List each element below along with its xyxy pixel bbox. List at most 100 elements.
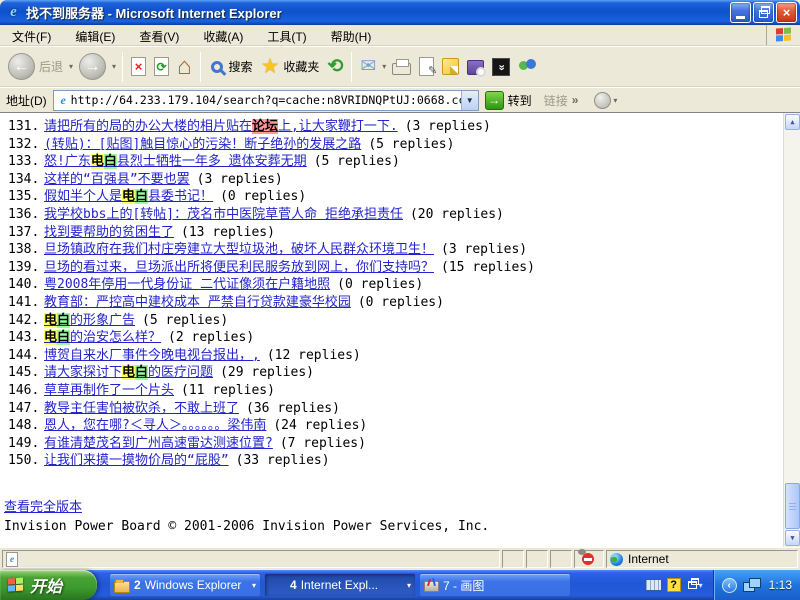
address-input[interactable]: e http://64.233.179.104/search?q=cache:n… (53, 90, 479, 111)
window-count: 4 (290, 578, 297, 592)
highlighted-term: 电 (91, 154, 104, 169)
address-dropdown-icon[interactable]: ▼ (461, 91, 478, 110)
research-icon (467, 60, 484, 75)
thread-link[interactable]: 假如半个人是电白县委书记！ (44, 189, 213, 204)
forward-button[interactable]: → (75, 51, 110, 82)
taskbar-button[interactable]: 7 - 画图 (419, 573, 571, 597)
download-manager-button[interactable]: » (488, 56, 514, 78)
back-dropdown-icon[interactable]: ▾ (69, 62, 73, 71)
messenger-button[interactable] (514, 56, 542, 77)
thread-link[interactable]: 旦场的看过来，旦场派出所将便民利民服务放到网上，你们支持吗？ (44, 260, 434, 275)
history-button[interactable]: ⟲ (323, 55, 347, 78)
keyboard-icon[interactable] (645, 579, 662, 591)
full-version-link[interactable]: 查看完全版本 (4, 496, 82, 515)
list-item: 131.请把所有的局的办公大楼的相片贴在论坛上,让大家鞭打一下.(3 repli… (8, 118, 780, 136)
taskbar-button[interactable]: 4Internet Expl...▾ (264, 573, 416, 597)
thread-link[interactable]: 电白的形象广告 (44, 313, 135, 328)
menu-item[interactable]: 查看(V) (127, 25, 191, 45)
list-item: 144.博贺自来水厂事件今晚电视台报出，,(12 replies) (8, 347, 780, 365)
thread-link[interactable]: 请大家探讨下电白的医疗问题 (44, 365, 213, 380)
scroll-down-button[interactable]: ▼ (785, 530, 800, 546)
menu-bar-items: 文件(F)编辑(E)查看(V)收藏(A)工具(T)帮助(H) (0, 25, 383, 45)
question-mark-icon[interactable]: ? (667, 578, 681, 592)
reply-count: (15 replies) (441, 260, 535, 275)
menu-item[interactable]: 文件(F) (0, 25, 63, 45)
restore-windows-icon[interactable] (688, 581, 697, 589)
edit-button[interactable]: ✎ (415, 55, 438, 78)
links-chevron-icon[interactable]: » (572, 93, 579, 107)
toolbar-divider (351, 52, 352, 82)
refresh-button[interactable]: ⟳ (150, 55, 173, 78)
print-button[interactable] (388, 56, 415, 77)
menu-item[interactable]: 收藏(A) (191, 25, 255, 45)
discuss-button[interactable] (438, 56, 463, 77)
thread-number: 135. (8, 188, 44, 206)
clock[interactable]: 1:13 (769, 578, 792, 592)
thread-text: 恩人，您在哪?＜寻人＞。。。。。。梁伟南 (44, 418, 266, 433)
address-label: 地址(D) (6, 92, 47, 109)
toolbar-divider (122, 52, 123, 82)
addon-dropdown-icon[interactable]: ▾ (613, 96, 617, 105)
scroll-thumb[interactable] (785, 483, 800, 529)
menu-item[interactable]: 编辑(E) (63, 25, 127, 45)
thread-text: (转贴)：[贴图]触目惊心的污染！断子绝孙的发展之路 (44, 137, 361, 152)
research-button[interactable] (463, 56, 488, 77)
restore-button[interactable] (753, 2, 774, 23)
thread-number: 147. (8, 400, 44, 418)
reply-count: (36 replies) (246, 401, 340, 416)
thread-link[interactable]: 这样的“百强县”不要也罢 (44, 172, 190, 187)
thread-link[interactable]: 有谁清楚茂名到广州高速雷达测速位置? (44, 436, 273, 451)
menu-item[interactable]: 工具(T) (255, 25, 318, 45)
go-button[interactable]: → 转到 (485, 91, 532, 110)
standard-toolbar: ← 后退 ▾ → ▾ × ⟳ ⌂ 搜索 ★ 收藏夹 ⟲ ✉ ▾ ✎ » (0, 46, 800, 87)
thread-text: 有谁清楚茂名到广州高速雷达测速位置? (44, 436, 273, 451)
highlighted-term: 白 (135, 189, 148, 204)
mail-button[interactable]: ✉ (356, 55, 380, 78)
thread-link[interactable]: 旦场镇政府在我们村庄旁建立大型垃圾池，破坏人民群众环境卫生！ (44, 242, 434, 257)
thread-link[interactable]: 电白的治安怎么样？ (44, 330, 161, 345)
list-item: 137.找到要帮助的贫困生了(13 replies) (8, 224, 780, 242)
thread-link[interactable]: 让我们来摸一摸物价局的“屁股” (44, 453, 229, 468)
addon-button[interactable] (594, 92, 611, 109)
thread-number: 143. (8, 329, 44, 347)
list-item: 148.恩人，您在哪?＜寻人＞。。。。。。梁伟南(24 replies) (8, 417, 780, 435)
minimize-button[interactable] (730, 2, 751, 23)
collapse-tray-icon[interactable]: ‹ (722, 578, 737, 593)
task-buttons: 2Windows Explorer▾4Internet Expl...▾7 - … (97, 570, 641, 600)
thread-link[interactable]: 怒!广东电白县烈士牺牲一年多 遗体安葬无期 (44, 154, 307, 169)
thread-link[interactable]: 粤2008年停用一代身份证 二代证像须在户籍地照 (44, 277, 330, 292)
thread-link[interactable]: 教导主任害怕被砍杀，不敢上班了 (44, 401, 239, 416)
thread-link[interactable]: 找到要帮助的贫困生了 (44, 225, 174, 240)
thread-link[interactable]: 教育部：严控高中建校成本 严禁自行贷款建豪华校园 (44, 295, 351, 310)
list-item: 139.旦场的看过来，旦场派出所将便民利民服务放到网上，你们支持吗？(15 re… (8, 259, 780, 277)
home-button[interactable]: ⌂ (173, 53, 196, 81)
mail-dropdown-icon[interactable]: ▾ (382, 62, 386, 71)
stop-button[interactable]: × (127, 55, 150, 78)
back-button[interactable]: ← 后退 (4, 51, 67, 82)
vertical-scrollbar[interactable]: ▲ ▼ (783, 113, 800, 547)
address-bar: 地址(D) e http://64.233.179.104/search?q=c… (0, 87, 800, 112)
scroll-up-button[interactable]: ▲ (785, 114, 800, 130)
forward-dropdown-icon[interactable]: ▾ (112, 62, 116, 71)
taskbar-button-label: Windows Explorer (145, 578, 250, 592)
thread-link[interactable]: 博贺自来水厂事件今晚电视台报出，, (44, 348, 260, 363)
close-button[interactable]: × (776, 2, 797, 23)
highlighted-term: 电 (122, 365, 135, 380)
favorites-button[interactable]: ★ 收藏夹 (257, 54, 324, 79)
menu-item[interactable]: 帮助(H) (319, 25, 384, 45)
thread-link[interactable]: 我学校bbs上的[转帖]：茂名市中医院草菅人命 拒绝承担责任 (44, 207, 403, 222)
thread-number: 138. (8, 241, 44, 259)
links-label[interactable]: 链接 (544, 92, 568, 109)
taskbar-button[interactable]: 2Windows Explorer▾ (109, 573, 261, 597)
network-icon[interactable] (743, 578, 761, 592)
system-tray: ‹ 1:13 (713, 570, 800, 600)
thread-link[interactable]: 请把所有的局的办公大楼的相片贴在论坛上,让大家鞭打一下. (44, 119, 398, 134)
thread-link[interactable]: (转贴)：[贴图]触目惊心的污染！断子绝孙的发展之路 (44, 137, 361, 152)
thread-link[interactable]: 草草再制作了一个片头 (44, 383, 174, 398)
list-item: 150.让我们来摸一摸物价局的“屁股”(33 replies) (8, 452, 780, 470)
start-button[interactable]: 开始 (0, 570, 97, 600)
tray-dropdown-icon[interactable]: ▾ (699, 581, 703, 590)
thread-text: 粤2008年停用一代身份证 二代证像须在户籍地照 (44, 277, 330, 292)
search-button[interactable]: 搜索 (205, 56, 257, 77)
thread-link[interactable]: 恩人，您在哪?＜寻人＞。。。。。。梁伟南 (44, 418, 266, 433)
